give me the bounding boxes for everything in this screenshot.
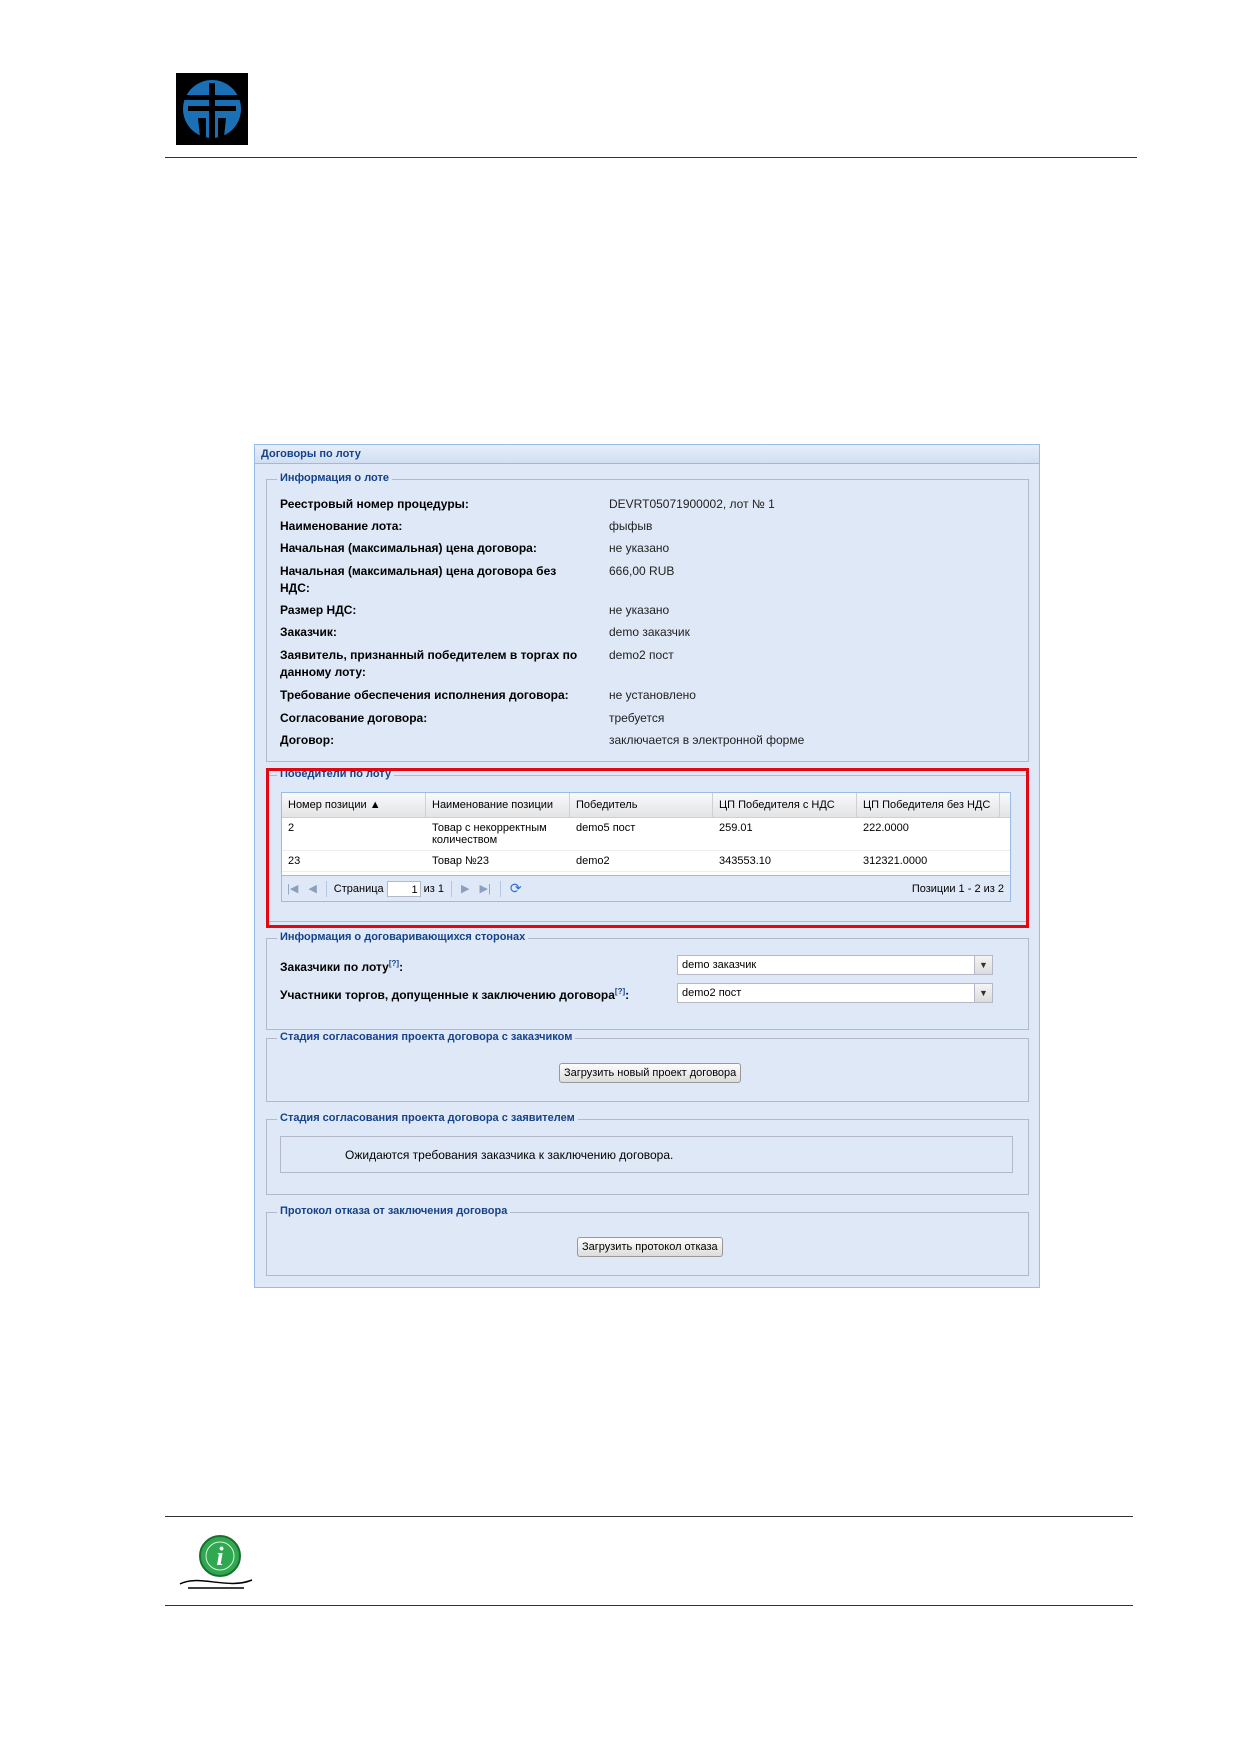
upload-draft-button[interactable]: Загрузить новый проект договора xyxy=(559,1063,742,1083)
prev-page-icon[interactable]: ◀ xyxy=(303,882,321,895)
pager-summary: Позиции 1 - 2 из 2 xyxy=(911,882,1004,895)
parties-fieldset: Информация о договаривающихся сторонах З… xyxy=(266,931,1029,1030)
next-page-icon[interactable]: ▶ xyxy=(456,882,474,895)
customer-stage-fieldset: Стадия согласования проекта договора с з… xyxy=(266,1031,1029,1102)
lot-info-fieldset: Информация о лоте Реестровый номер проце… xyxy=(266,472,1029,762)
notice-box: Ожидаются требования заказчика к заключе… xyxy=(280,1136,1013,1173)
grid-header: Номер позиции ▲ Наименование позиции Поб… xyxy=(282,793,1010,818)
lot-info-legend: Информация о лоте xyxy=(277,472,393,484)
column-header-winner[interactable]: Победитель xyxy=(570,793,713,817)
refresh-icon[interactable]: ⟳ xyxy=(505,880,527,897)
chevron-down-icon[interactable]: ▼ xyxy=(974,956,992,974)
winners-fieldset: Победители по лоту Номер позиции ▲ Наиме… xyxy=(266,768,1029,922)
info-icon: i xyxy=(179,1535,253,1589)
page-of-label: из 1 xyxy=(423,882,445,895)
customers-select[interactable]: demo заказчик ▼ xyxy=(677,955,993,975)
pager-separator xyxy=(499,880,501,897)
winners-grid: Номер позиции ▲ Наименование позиции Поб… xyxy=(281,792,1011,902)
participants-select[interactable]: demo2 пост ▼ xyxy=(677,983,993,1003)
parties-legend: Информация о договаривающихся сторонах xyxy=(277,931,529,943)
svg-text:i: i xyxy=(216,1542,224,1571)
chevron-down-icon[interactable]: ▼ xyxy=(974,984,992,1002)
last-page-icon[interactable]: ▶| xyxy=(475,882,496,895)
grid-pager: |◀ ◀ Страница 1 из 1 ▶ ▶| ⟳ Позиции 1 - … xyxy=(282,875,1010,901)
applicant-stage-legend: Стадия согласования проекта договора с з… xyxy=(277,1112,578,1124)
customers-label: Заказчики по лоту[?]: xyxy=(280,959,404,974)
customer-stage-legend: Стадия согласования проекта договора с з… xyxy=(277,1031,576,1043)
column-header-price-vat[interactable]: ЦП Победителя с НДС xyxy=(713,793,857,817)
contracts-window: Договоры по лоту Информация о лоте Реест… xyxy=(254,444,1040,1288)
table-row[interactable]: 2 Товар с некорректным количеством demo5… xyxy=(282,818,1010,851)
first-page-icon[interactable]: |◀ xyxy=(282,882,303,895)
footer-rule-bottom xyxy=(165,1605,1133,1606)
table-row[interactable]: 23 Товар №23 demo2 343553.10 312321.0000 xyxy=(282,851,1010,872)
winners-legend: Победители по лоту xyxy=(277,768,395,780)
notice-text: Ожидаются требования заказчика к заключе… xyxy=(345,1148,674,1162)
page-label: Страница xyxy=(333,882,384,895)
participants-label: Участники торгов, допущенные к заключени… xyxy=(280,987,630,1002)
refusal-fieldset: Протокол отказа от заключения договора З… xyxy=(266,1205,1029,1276)
column-header-price-novat[interactable]: ЦП Победителя без НДС xyxy=(857,793,1000,817)
applicant-stage-fieldset: Стадия согласования проекта договора с з… xyxy=(266,1112,1029,1195)
window-title: Договоры по лоту xyxy=(255,445,1039,464)
column-header-name[interactable]: Наименование позиции xyxy=(426,793,570,817)
help-icon[interactable]: [?] xyxy=(389,959,399,968)
refusal-legend: Протокол отказа от заключения договора xyxy=(277,1205,511,1217)
company-logo-icon xyxy=(176,73,248,145)
header-rule xyxy=(165,157,1137,158)
upload-refusal-button[interactable]: Загрузить протокол отказа xyxy=(577,1237,723,1257)
column-header-position[interactable]: Номер позиции ▲ xyxy=(282,793,426,817)
pager-separator xyxy=(451,880,453,897)
pager-separator xyxy=(325,880,327,897)
help-icon[interactable]: [?] xyxy=(615,987,625,996)
footer-rule-top xyxy=(165,1516,1133,1517)
page-input[interactable]: 1 xyxy=(386,880,421,897)
